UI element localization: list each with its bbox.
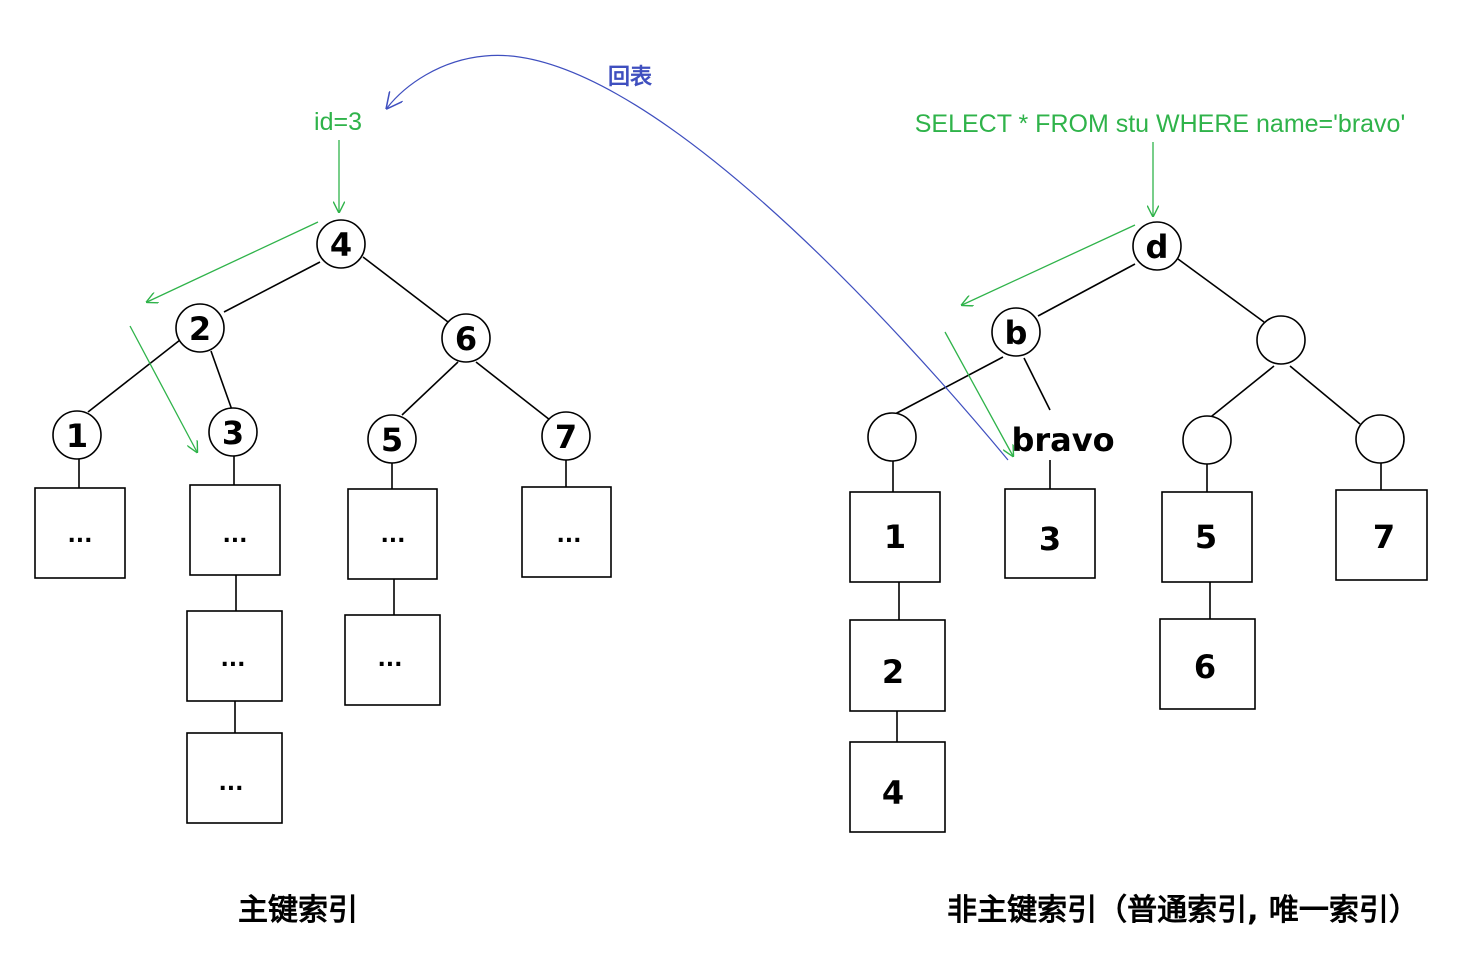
lookup-key-label: id=3: [314, 108, 362, 136]
svg-text:...: ...: [67, 523, 92, 548]
secondary-leaf-page: 2: [849, 619, 946, 712]
edge-6-7: [475, 361, 551, 421]
svg-text:1: 1: [884, 518, 906, 556]
svg-text:7: 7: [555, 418, 577, 456]
svg-text:b: b: [1005, 314, 1028, 352]
secondary-leaf-page: 4: [849, 741, 946, 833]
secondary-index-tree: d b bravo 1 2 4 3 5 6 7 SELECT * FROM st…: [849, 110, 1428, 833]
edge-d-b: [1037, 263, 1136, 317]
svg-text:4: 4: [882, 774, 904, 812]
svg-text:3: 3: [222, 414, 244, 452]
primary-leaf-page: ...: [186, 610, 283, 702]
query-label: SELECT * FROM stu WHERE name='bravo': [915, 110, 1405, 138]
svg-text:6: 6: [1194, 648, 1216, 686]
search-arrow: [962, 224, 1136, 305]
primary-node-2: 2: [175, 303, 225, 353]
primary-leaf-page: ...: [34, 487, 126, 579]
primary-node-6: 6: [441, 313, 491, 363]
svg-text:5: 5: [1195, 518, 1217, 556]
svg-text:...: ...: [556, 523, 581, 548]
svg-text:1: 1: [66, 417, 88, 455]
svg-text:...: ...: [218, 771, 243, 796]
secondary-leaf-page: 5: [1161, 491, 1253, 583]
primary-leaf-page: ...: [186, 732, 283, 824]
svg-text:...: ...: [377, 647, 402, 672]
bravo-key-label: bravo: [1011, 421, 1114, 459]
index-diagram: 4 2 6 1 3 5 7 ... ... ... ... ... ... ..…: [34, 54, 1428, 928]
svg-text:4: 4: [330, 226, 352, 264]
svg-text:5: 5: [381, 421, 403, 459]
primary-leaf-page: ...: [189, 484, 281, 576]
edge-d-r: [1177, 258, 1265, 323]
svg-text:...: ...: [222, 523, 247, 548]
edge-b-l: [894, 356, 1004, 415]
svg-text:6: 6: [455, 320, 477, 358]
svg-text:7: 7: [1373, 518, 1395, 556]
secondary-leaf-page: 3: [1004, 488, 1096, 579]
svg-text:2: 2: [189, 310, 211, 348]
edge-2-3: [210, 350, 233, 411]
edge-b-bravo: [1023, 357, 1051, 411]
edge-4-2: [223, 261, 321, 313]
primary-node-3: 3: [208, 407, 258, 457]
edge-r-r: [1289, 365, 1361, 425]
svg-text:...: ...: [380, 523, 405, 548]
secondary-node-b: b: [991, 307, 1041, 357]
svg-text:...: ...: [220, 647, 245, 672]
secondary-index-caption: 非主键索引（普通索引, 唯一索引）: [947, 893, 1419, 928]
primary-leaf-page: ...: [521, 486, 612, 578]
back-to-table-label: 回表: [608, 65, 653, 90]
secondary-node-empty: [867, 412, 917, 462]
secondary-node-empty: [1355, 414, 1405, 464]
primary-leaf-page: ...: [347, 488, 438, 580]
secondary-leaf-page: 1: [849, 491, 941, 583]
primary-node-1: 1: [52, 410, 102, 460]
secondary-leaf-page: 7: [1335, 489, 1428, 581]
edge-6-5: [401, 361, 459, 416]
primary-index-caption: 主键索引: [238, 893, 358, 928]
primary-node-7: 7: [541, 411, 591, 461]
svg-text:d: d: [1146, 228, 1169, 266]
svg-text:3: 3: [1039, 520, 1061, 558]
primary-node-5: 5: [367, 414, 417, 464]
primary-node-4: 4: [316, 219, 366, 269]
secondary-node-d: d: [1132, 221, 1182, 271]
primary-leaf-page: ...: [344, 614, 441, 706]
search-arrow: [147, 221, 319, 302]
secondary-leaf-page: 6: [1159, 618, 1256, 710]
secondary-node-right: [1256, 315, 1306, 365]
secondary-node-empty: [1182, 415, 1232, 465]
svg-text:2: 2: [882, 653, 904, 691]
edge-2-1: [87, 339, 181, 413]
primary-index-tree: 4 2 6 1 3 5 7 ... ... ... ... ... ... ..…: [34, 108, 612, 824]
edge-4-6: [362, 256, 449, 323]
edge-r-l: [1206, 365, 1275, 421]
